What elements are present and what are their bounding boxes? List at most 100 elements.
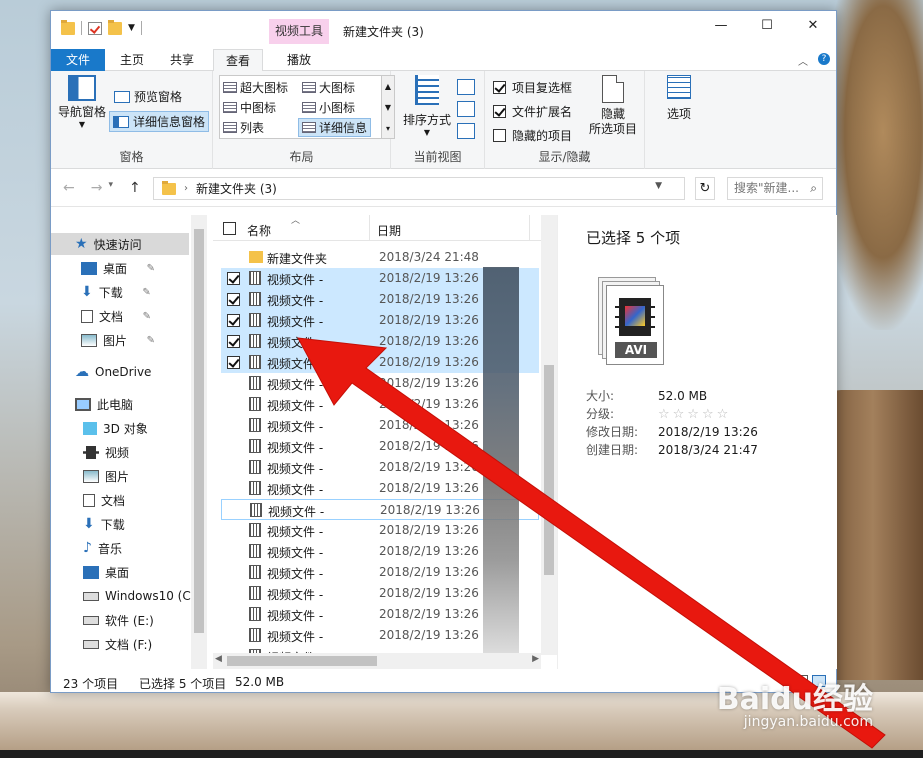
column-header-date[interactable]: 日期 [377, 222, 401, 239]
layout-list[interactable]: 列表 [223, 119, 264, 136]
sidebar-item-drive-e[interactable]: 软件 (E:) [83, 609, 154, 631]
file-list-hscrollbar[interactable]: ◀ ▶ [213, 653, 541, 669]
tab-file[interactable]: 文件 [51, 49, 105, 71]
sidebar-item-onedrive[interactable]: ☁ OneDrive [75, 361, 151, 383]
minimize-button[interactable]: — [698, 11, 744, 41]
layout-details[interactable]: 详细信息 [298, 118, 372, 137]
preview-pane-button[interactable]: 预览窗格 [111, 87, 185, 106]
video-file-icon [250, 503, 262, 517]
sidebar-item-label: OneDrive [95, 365, 152, 379]
chevron-down-icon: ▼ [78, 120, 86, 129]
tab-view[interactable]: 查看 [213, 49, 263, 72]
hide-selected-button[interactable]: 隐藏 所选项目 [585, 75, 641, 137]
list-item[interactable]: 新建文件夹 2018/3/24 21:48 文 [221, 247, 539, 268]
sidebar-item-3d-objects[interactable]: 3D 对象 [83, 417, 148, 439]
customize-dropdown-icon[interactable]: ▼ [128, 23, 135, 33]
forward-button[interactable]: → [91, 180, 103, 196]
sidebar-item-desktop-pc[interactable]: 桌面 [83, 561, 129, 583]
column-divider[interactable] [369, 215, 370, 241]
layout-extra-large-icons[interactable]: 超大图标 [223, 79, 288, 96]
video-tools-context-tab[interactable]: 视频工具 [269, 19, 329, 44]
nav-pane-scrollbar[interactable] [191, 215, 207, 669]
sidebar-item-desktop[interactable]: 桌面 ✎ [81, 257, 155, 279]
row-checkbox[interactable] [227, 293, 240, 306]
file-date: 2018/2/19 13:26 [379, 418, 479, 432]
column-divider[interactable] [529, 215, 530, 241]
new-folder-icon[interactable] [108, 19, 122, 35]
size-columns-icon[interactable] [457, 123, 475, 139]
tab-home[interactable]: 主页 [111, 49, 153, 71]
tab-share[interactable]: 共享 [161, 49, 203, 71]
row-checkbox[interactable] [227, 356, 240, 369]
sidebar-item-music[interactable]: ♪ 音乐 [83, 537, 122, 559]
layout-large-icons[interactable]: 大图标 [302, 79, 355, 96]
layout-medium-icons[interactable]: 中图标 [223, 99, 276, 116]
document-icon [81, 309, 93, 323]
maximize-button[interactable]: ☐ [744, 11, 790, 41]
scroll-right-icon[interactable]: ▶ [532, 654, 539, 664]
column-header-name[interactable]: 名称 [247, 222, 271, 239]
group-label-panes: 窗格 [119, 150, 144, 164]
hidden-items-toggle[interactable]: 隐藏的项目 [493, 127, 572, 144]
drive-icon [83, 591, 99, 601]
add-columns-icon[interactable] [457, 101, 475, 117]
address-field[interactable]: › 新建文件夹 (3) ▼ [153, 177, 685, 200]
close-button[interactable]: ✕ [790, 11, 836, 41]
scrollbar-thumb[interactable] [227, 656, 377, 666]
file-date: 2018/2/19 13:26 [379, 334, 479, 348]
group-label-layout: 布局 [289, 150, 314, 164]
rating-stars[interactable]: ☆☆☆☆☆ [658, 407, 731, 422]
sidebar-item-documents[interactable]: 文档 ✎ [81, 305, 151, 327]
up-button[interactable]: ↑ [129, 180, 141, 196]
sidebar-item-drive-c[interactable]: Windows10 (C: [83, 585, 195, 607]
prop-value: 2018/3/24 21:47 [658, 443, 758, 457]
row-checkbox[interactable] [227, 314, 240, 327]
sidebar-item-pictures[interactable]: 图片 ✎ [81, 329, 155, 351]
checkbox-checked[interactable] [493, 105, 506, 118]
group-by-icon[interactable] [457, 79, 475, 95]
sidebar-item-drive-f[interactable]: 文档 (F:) [83, 633, 152, 655]
file-date: 2018/2/19 13:26 [379, 523, 479, 537]
search-input[interactable]: 搜索"新建... ⌕ [727, 177, 823, 200]
scroll-left-icon[interactable]: ◀ [215, 654, 222, 664]
refresh-button[interactable]: ↻ [695, 177, 715, 200]
prop-created: 创建日期: 2018/3/24 21:47 [586, 441, 758, 458]
sidebar-item-downloads[interactable]: ⬇ 下载 ✎ [81, 281, 151, 303]
file-name: 视频文件 - [267, 399, 324, 413]
file-list-scrollbar[interactable] [541, 215, 557, 655]
checkbox-unchecked[interactable] [493, 129, 506, 142]
scrollbar-thumb[interactable] [194, 229, 204, 633]
file-date: 2018/2/19 13:26 [379, 628, 479, 642]
details-title: 已选择 5 个项 [586, 229, 681, 247]
video-file-icon [249, 439, 261, 453]
back-button[interactable]: ← [63, 180, 75, 196]
item-checkboxes-toggle[interactable]: 项目复选框 [493, 79, 572, 96]
file-extensions-toggle[interactable]: 文件扩展名 [493, 103, 572, 120]
sidebar-item-this-pc[interactable]: 此电脑 [75, 393, 133, 415]
sidebar-item-pictures-pc[interactable]: 图片 [83, 465, 129, 487]
help-icon[interactable]: ? [818, 53, 830, 65]
sidebar-item-quick-access[interactable]: ★ 快速访问 [51, 233, 189, 255]
options-button[interactable]: 选项 [659, 75, 699, 122]
folder-icon[interactable] [61, 19, 75, 35]
nav-pane-icon [68, 75, 96, 101]
sidebar-item-documents-pc[interactable]: 文档 [83, 489, 125, 511]
select-all-checkbox[interactable] [223, 222, 236, 235]
details-pane-button[interactable]: 详细信息窗格 [109, 111, 210, 132]
nav-pane-button[interactable]: 导航窗格 ▼ [57, 75, 107, 129]
sidebar-item-downloads-pc[interactable]: ⬇ 下载 [83, 513, 125, 535]
checkbox-checked[interactable] [493, 81, 506, 94]
address-dropdown-icon[interactable]: ▼ [655, 181, 662, 191]
tab-play[interactable]: 播放 [269, 49, 329, 71]
sidebar-item-videos[interactable]: 视频 [83, 441, 129, 463]
breadcrumb-chevron-icon[interactable]: › [184, 183, 188, 194]
properties-icon[interactable] [88, 21, 102, 35]
sort-by-button[interactable]: 排序方式 ▼ [399, 75, 455, 137]
row-checkbox[interactable] [227, 272, 240, 285]
layout-small-icons[interactable]: 小图标 [302, 99, 355, 116]
recent-dropdown-icon[interactable]: ▾ [108, 180, 113, 196]
row-checkbox[interactable] [227, 335, 240, 348]
collapse-ribbon-icon[interactable]: ︿ [798, 53, 808, 68]
breadcrumb[interactable]: 新建文件夹 (3) [196, 180, 277, 197]
scrollbar-thumb[interactable] [544, 365, 554, 575]
